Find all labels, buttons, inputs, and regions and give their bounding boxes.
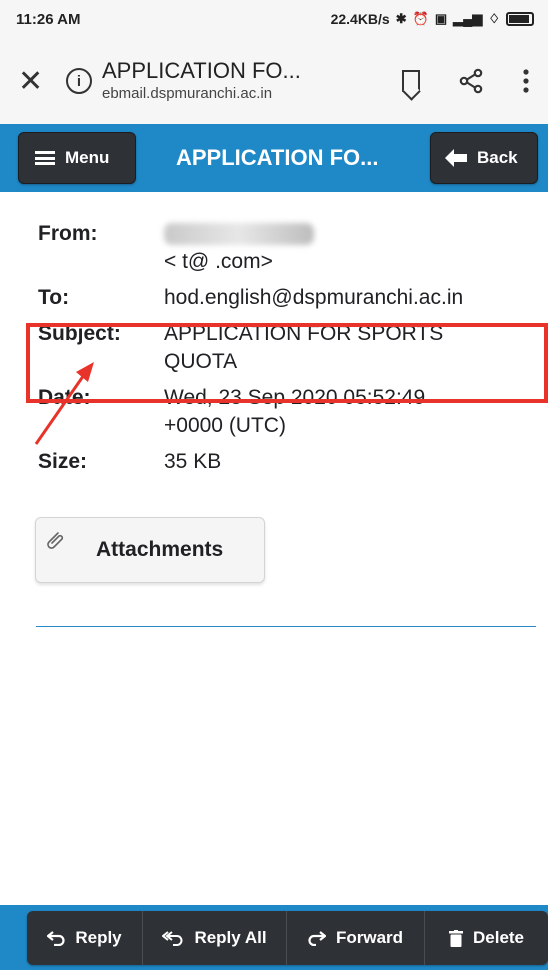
share-icon[interactable]: [458, 68, 484, 94]
attachments-button[interactable]: Attachments: [35, 517, 265, 583]
volte-icon: ▣: [434, 11, 448, 26]
redacted-sender-name: [164, 223, 314, 246]
attachments-label: Attachments: [96, 538, 224, 561]
menu-button[interactable]: Menu: [18, 132, 136, 184]
close-icon[interactable]: ✕: [18, 64, 58, 99]
hamburger-icon: [35, 151, 55, 165]
status-bar: 11:26 AM 22.4KB/s ✱ ⏰ ▣ ▂▄▆ ♢: [0, 0, 548, 38]
info-icon[interactable]: i: [66, 68, 92, 94]
app-header: Menu APPLICATION FO... Back: [0, 124, 548, 192]
trash-icon: [448, 929, 463, 947]
back-label: Back: [477, 148, 518, 167]
browser-url: ebmail.dspmuranchi.ac.in: [102, 85, 273, 102]
reply-button[interactable]: Reply: [27, 911, 143, 965]
to-row: To: hod.english@dspmuranchi.ac.in: [38, 284, 538, 312]
reply-all-button[interactable]: Reply All: [143, 911, 287, 965]
reply-all-icon: [162, 931, 183, 946]
size-value: 35 KB: [164, 450, 222, 473]
from-email: < t@ .com>: [164, 250, 273, 273]
size-label: Size:: [38, 450, 88, 473]
size-row: Size: 35 KB: [38, 448, 538, 476]
delete-button[interactable]: Delete: [425, 911, 548, 965]
arrow-left-icon: [445, 149, 467, 167]
signal-icon: ▂▄▆: [453, 11, 483, 26]
browser-actions: [402, 68, 530, 94]
content-divider: [36, 626, 536, 627]
to-value: hod.english@dspmuranchi.ac.in: [164, 286, 464, 309]
annotation-arrow: [34, 362, 94, 445]
from-label: From:: [38, 222, 98, 245]
action-button-group: Reply Reply All Forward Delete: [27, 911, 548, 965]
bookmark-icon[interactable]: [402, 70, 420, 92]
forward-icon: [308, 931, 326, 946]
to-label: To:: [38, 286, 70, 309]
browser-toolbar: ✕ i APPLICATION FO... ebmail.dspmuranchi…: [0, 38, 548, 124]
forward-label: Forward: [335, 928, 404, 947]
reply-all-label: Reply All: [194, 928, 267, 947]
status-icons: 22.4KB/s ✱ ⏰ ▣ ▂▄▆ ♢: [331, 11, 534, 27]
bluetooth-icon: ✱: [395, 11, 407, 26]
date-line-2: +0000 (UTC): [164, 414, 286, 437]
from-row: From: < t@ .com>: [38, 220, 538, 276]
alarm-icon: ⏰: [412, 11, 429, 26]
paperclip-icon: [47, 532, 64, 549]
from-value: < t@ .com>: [164, 220, 314, 276]
net-speed: 22.4KB/s: [330, 11, 390, 27]
browser-page-title: APPLICATION FO...: [102, 58, 301, 83]
battery-icon: [506, 12, 534, 26]
back-button[interactable]: Back: [430, 132, 538, 184]
reply-icon: [47, 931, 65, 946]
page-title: APPLICATION FO...: [176, 145, 379, 170]
menu-label: Menu: [65, 148, 110, 167]
wifi-icon: ♢: [488, 11, 500, 26]
more-vert-icon[interactable]: [522, 68, 530, 94]
browser-title-block[interactable]: APPLICATION FO... ebmail.dspmuranchi.ac.…: [102, 58, 332, 104]
forward-button[interactable]: Forward: [287, 911, 425, 965]
delete-label: Delete: [472, 928, 525, 947]
reply-label: Reply: [75, 928, 122, 947]
bottom-toolbar: Reply Reply All Forward Delete: [0, 905, 548, 970]
status-time: 11:26 AM: [16, 10, 81, 28]
